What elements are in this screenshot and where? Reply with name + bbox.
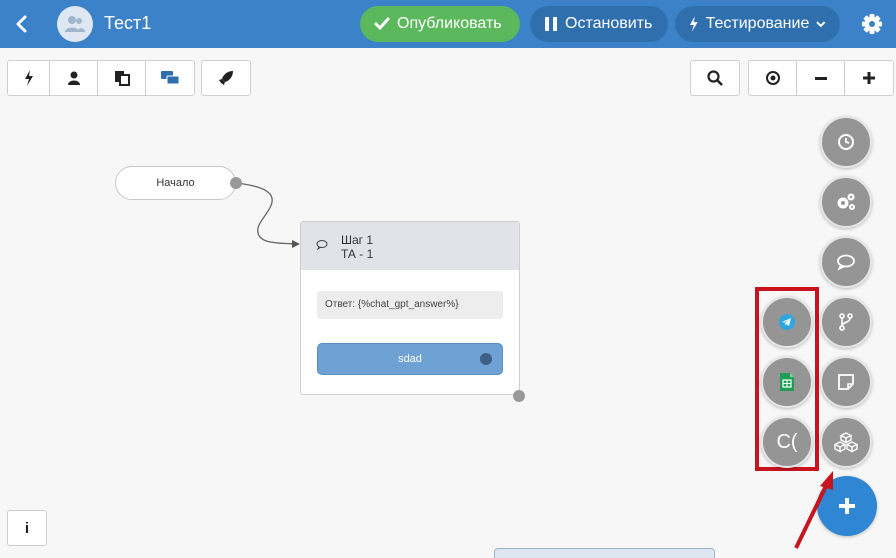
- bottom-panel: [494, 548, 715, 558]
- info-button[interactable]: i: [7, 510, 47, 546]
- annotation-arrow: [794, 471, 833, 549]
- info-label: i: [24, 519, 30, 537]
